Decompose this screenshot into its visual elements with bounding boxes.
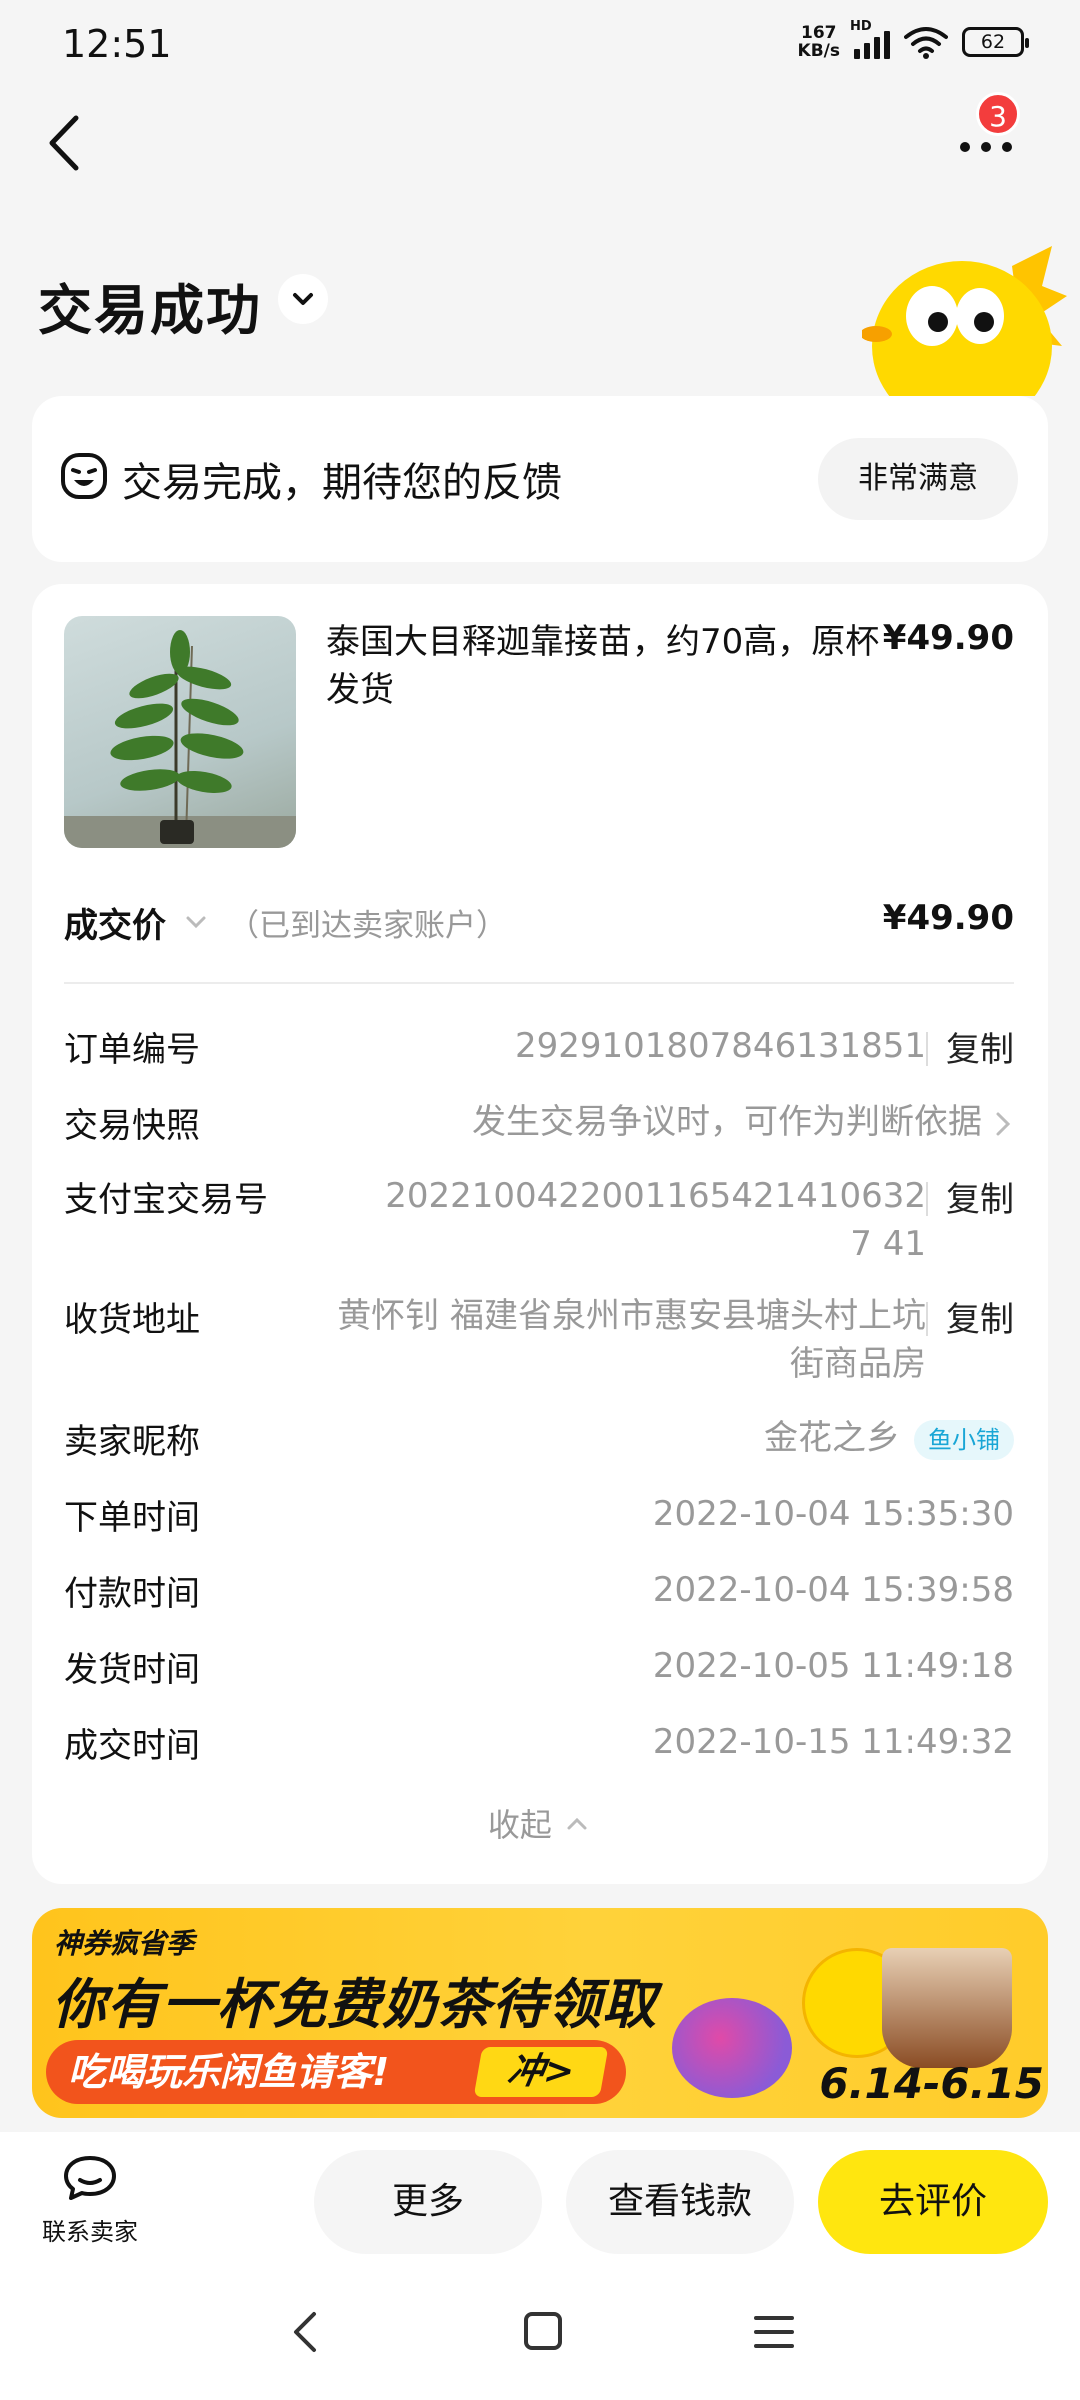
flowers-image <box>672 1998 792 2098</box>
bottom-action-bar: 联系卖家 更多 查看钱款 去评价 <box>0 2132 1080 2264</box>
deal-price: ¥49.90 <box>882 898 1014 938</box>
order-time-label: 下单时间 <box>64 1498 200 1538</box>
promo-banner[interactable]: 神券疯省季 你有一杯免费奶茶待领取 吃喝玩乐闲鱼请客! 冲> 6.14-6.15 <box>32 1908 1048 2118</box>
collapse-label: 收起 <box>487 1806 552 1844</box>
order-time-row: 下单时间 2022-10-04 15:35:30 <box>64 1490 1014 1538</box>
review-button[interactable]: 去评价 <box>818 2150 1048 2254</box>
address-value: 黄怀钊 福建省泉州市惠安县塘头村上坑街商品房 <box>337 1296 926 1384</box>
chevron-down-icon <box>293 293 313 305</box>
order-card: 泰国大目释迦靠接苗，约70高，原杯发货 ¥49.90 成交价 （已到达卖家账户）… <box>32 584 1048 1884</box>
chat-icon <box>64 2156 116 2200</box>
order-time-value: 2022-10-04 15:35:30 <box>652 1494 1014 1534</box>
banner-tag: 神券疯省季 <box>54 1927 195 1960</box>
banner-subline: 吃喝玩乐闲鱼请客! 冲> <box>46 2040 626 2104</box>
seller-label: 卖家昵称 <box>64 1422 200 1462</box>
separator <box>926 1302 928 1336</box>
view-money-button[interactable]: 查看钱款 <box>566 2150 794 2254</box>
banner-headline: 你有一杯免费奶茶待领取 <box>52 1973 657 2036</box>
nav-back-icon[interactable] <box>286 2304 326 2360</box>
copy-alipay-number-button[interactable]: 复制 <box>946 1172 1014 1221</box>
status-icons: 167 KB/s HD 62 <box>797 19 1029 61</box>
order-number-row: 订单编号 2929101807846131851 复制 <box>64 1022 1014 1070</box>
back-icon[interactable] <box>40 108 90 178</box>
seller-row: 卖家昵称 金花之乡 鱼小铺 <box>64 1414 1014 1462</box>
deal-time-value: 2022-10-15 11:49:32 <box>652 1722 1014 1762</box>
deal-price-note: （已到达卖家账户） <box>228 908 507 944</box>
system-nav-bar <box>0 2264 1080 2400</box>
address-row: 收货地址 黄怀钊 福建省泉州市惠安县塘头村上坑街商品房 复制 <box>64 1292 1014 1392</box>
snapshot-value: 发生交易争议时，可作为判断依据 <box>472 1102 982 1142</box>
order-number-label: 订单编号 <box>64 1030 200 1070</box>
more-dots-icon <box>960 142 1012 152</box>
very-satisfied-button[interactable]: 非常满意 <box>818 438 1018 520</box>
nav-home-icon[interactable] <box>514 2304 570 2360</box>
copy-address-button[interactable]: 复制 <box>946 1292 1014 1341</box>
pay-time-label: 付款时间 <box>64 1574 200 1614</box>
deal-time-row: 成交时间 2022-10-15 11:49:32 <box>64 1718 1014 1766</box>
page-title: 交易成功 <box>38 279 262 342</box>
network-speed: 167 KB/s <box>797 23 840 61</box>
chevron-right-icon <box>996 1112 1011 1136</box>
shop-tag-badge: 鱼小铺 <box>914 1419 1014 1460</box>
address-label: 收货地址 <box>64 1300 200 1340</box>
snapshot-label: 交易快照 <box>64 1106 200 1146</box>
seller-nickname[interactable]: 金花之乡 <box>764 1418 900 1458</box>
plant-image <box>64 630 296 848</box>
product-price: ¥49.90 <box>882 618 1014 658</box>
status-time: 12:51 <box>62 22 172 66</box>
milk-tea-image <box>882 1948 1012 2068</box>
separator <box>926 1182 928 1216</box>
status-bar: 12:51 167 KB/s HD 62 <box>0 0 1080 90</box>
notification-badge: 3 <box>976 92 1020 136</box>
mascot-fish-icon <box>862 246 1067 396</box>
contact-seller-label: 联系卖家 <box>42 2218 138 2246</box>
pay-time-row: 付款时间 2022-10-04 15:39:58 <box>64 1566 1014 1614</box>
wifi-icon <box>904 27 948 59</box>
seller-value: 金花之乡 鱼小铺 <box>764 1414 1014 1462</box>
product-thumbnail[interactable] <box>64 616 296 848</box>
alipay-number-value: 20221004220011654214106327 41 <box>385 1176 926 1264</box>
ship-time-row: 发货时间 2022-10-05 11:49:18 <box>64 1642 1014 1690</box>
divider <box>64 982 1014 984</box>
deal-price-label: 成交价 <box>64 906 166 946</box>
feedback-text: 交易完成，期待您的反馈 <box>122 460 562 506</box>
contact-seller-button[interactable]: 联系卖家 <box>30 2152 150 2247</box>
signal-icon: HD <box>850 19 890 59</box>
ship-time-value: 2022-10-05 11:49:18 <box>652 1646 1014 1686</box>
chevron-down-icon[interactable] <box>180 906 212 938</box>
ship-time-label: 发货时间 <box>64 1650 200 1690</box>
alipay-number-row: 支付宝交易号 20221004220011654214106327 41 复制 <box>64 1172 1014 1272</box>
nav-menu-icon[interactable] <box>746 2304 802 2360</box>
smiley-icon <box>61 453 107 499</box>
collapse-button[interactable]: 收起 <box>32 1800 1048 1846</box>
battery-icon: 62 <box>962 27 1029 57</box>
feedback-card: 交易完成，期待您的反馈 非常满意 <box>32 396 1048 562</box>
chevron-up-icon <box>567 1817 587 1830</box>
title-expand-button[interactable] <box>278 274 328 324</box>
alipay-number-label: 支付宝交易号 <box>64 1180 268 1220</box>
snapshot-row[interactable]: 交易快照 发生交易争议时，可作为判断依据 <box>64 1098 1014 1146</box>
separator <box>926 1032 928 1066</box>
order-number-value: 2929101807846131851 <box>514 1026 926 1066</box>
copy-order-number-button[interactable]: 复制 <box>946 1022 1014 1071</box>
deal-time-label: 成交时间 <box>64 1726 200 1766</box>
product-title[interactable]: 泰国大目释迦靠接苗，约70高，原杯发货 <box>326 618 886 714</box>
more-button[interactable]: 更多 <box>314 2150 542 2254</box>
pay-time-value: 2022-10-04 15:39:58 <box>652 1570 1014 1610</box>
banner-go-button[interactable]: 冲> <box>473 2047 609 2097</box>
banner-dates: 6.14-6.15 <box>819 2059 1044 2108</box>
